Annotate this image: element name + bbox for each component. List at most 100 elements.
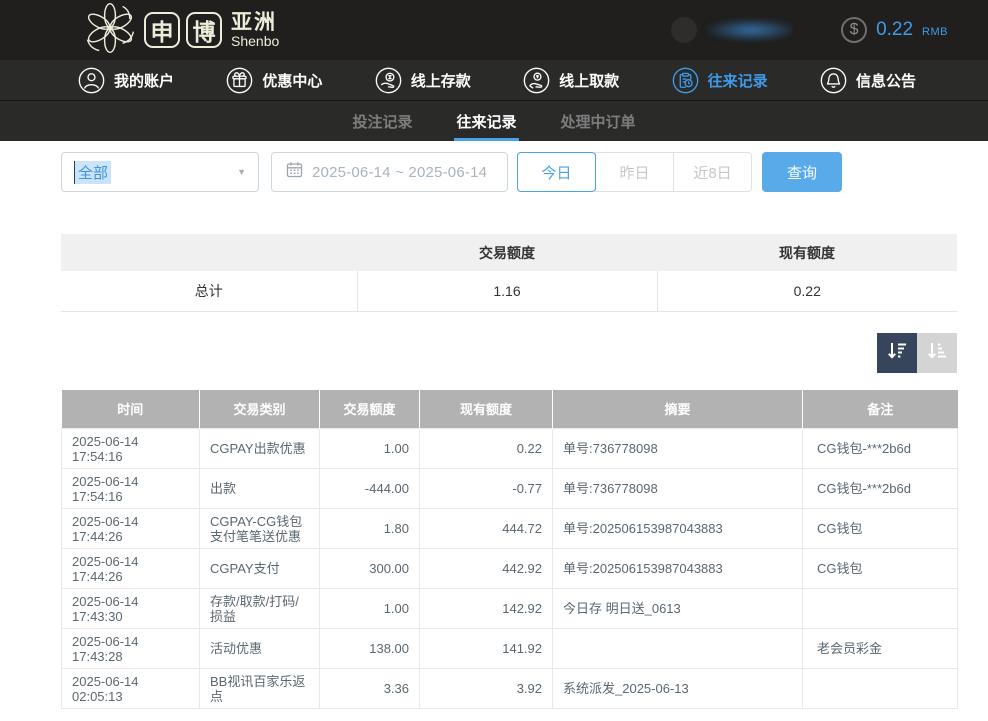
table-cell: 1.00 [320,429,420,469]
tab-bet-records[interactable]: 投注记录 [352,101,412,141]
table-cell: 老会员彩金 [803,629,958,669]
nav-item-withdraw[interactable]: 线上取款 [523,67,619,94]
table-cell: 142.92 [420,589,553,629]
transactions-table: 时间交易类别交易额度现有额度摘要备注 2025-06-14 17:54:16CG… [61,390,958,710]
table-cell: 0.22 [420,429,553,469]
table-cell: 单号:736778098 [553,429,803,469]
yesterday-button[interactable]: 昨日 [595,152,674,192]
site-logo[interactable]: 申 博 亚洲 Shenbo [82,1,279,60]
content: 全部 ▼ 2025-06-14 ~ 2025-06-14 今日 昨日 近8日 查… [61,152,957,709]
nav-item-promotions[interactable]: 优惠中心 [226,67,322,94]
header-right: $ 0.22 RMB [671,17,948,43]
balance-currency: RMB [922,26,948,38]
table-cell: CG钱包 [803,549,958,589]
table-cell: 2025-06-14 17:43:28 [62,629,200,669]
nav-item-deposit[interactable]: 线上存款 [375,67,471,94]
nav-item-announcements[interactable]: 信息公告 [820,67,916,94]
transactions-header-row: 时间交易类别交易额度现有额度摘要备注 [62,390,958,429]
column-header: 交易额度 [320,390,420,429]
table-cell [803,589,958,629]
table-cell: -0.77 [420,469,553,509]
search-button[interactable]: 查询 [762,152,842,192]
table-cell [553,629,803,669]
withdraw-icon [523,67,550,94]
sort-descending-button[interactable] [877,333,917,373]
table-cell: 系统派发_2025-06-13 [553,669,803,709]
balance-amount: 0.22 [876,19,913,41]
username-blurred[interactable] [701,17,793,43]
sub-nav: 投注记录 往来记录 处理中订单 [0,100,988,141]
summary-header-empty [61,234,357,271]
column-header: 交易类别 [200,390,320,429]
quick-date-group: 今日 昨日 近8日 [517,152,752,192]
table-cell: 单号:202506153987043883 [553,549,803,589]
avatar [671,17,697,43]
column-header: 摘要 [553,390,803,429]
table-cell: CG钱包 [803,509,958,549]
table-row: 2025-06-14 17:44:26CGPAY-CG钱包支付笔笔送优惠1.80… [62,509,958,549]
today-button[interactable]: 今日 [517,152,596,192]
table-cell: 3.92 [420,669,553,709]
nav-item-my-account[interactable]: 我的账户 [78,67,174,94]
filter-row: 全部 ▼ 2025-06-14 ~ 2025-06-14 今日 昨日 近8日 查… [61,152,957,192]
type-select-value: 全部 [74,161,111,184]
calendar-icon [286,161,303,183]
table-cell: CG钱包-***2b6d [803,429,958,469]
table-cell: 444.72 [420,509,553,549]
summary-total-label: 总计 [61,271,357,311]
table-cell: 141.92 [420,629,553,669]
column-header: 现有额度 [420,390,553,429]
table-row: 2025-06-14 17:54:16出款-444.00-0.77单号:7367… [62,469,958,509]
table-cell: 2025-06-14 02:05:13 [62,669,200,709]
table-cell: 442.92 [420,549,553,589]
dollar-icon: $ [841,17,867,43]
summary-header-row: 交易额度 现有额度 [61,234,957,271]
gift-icon [226,67,253,94]
last-8-days-button[interactable]: 近8日 [673,152,752,192]
summary-trade-total: 1.16 [357,271,657,311]
date-range-input[interactable]: 2025-06-14 ~ 2025-06-14 [271,152,508,192]
table-cell: 活动优惠 [200,629,320,669]
table-cell [803,669,958,709]
table-cell: 单号:202506153987043883 [553,509,803,549]
table-row: 2025-06-14 17:43:28活动优惠138.00141.92 老会员彩金 [62,629,958,669]
sort-ascending-button[interactable] [917,333,957,373]
records-icon [672,67,699,94]
table-cell: 2025-06-14 17:54:16 [62,469,200,509]
tab-transaction-records[interactable]: 往来记录 [456,101,516,141]
column-header: 备注 [803,390,958,429]
table-cell: 1.80 [320,509,420,549]
type-select[interactable]: 全部 ▼ [61,152,259,192]
deposit-icon [375,67,402,94]
table-cell: 2025-06-14 17:44:26 [62,549,200,589]
summary-header-current-amount: 现有额度 [657,234,957,271]
flower-logo-icon [82,1,138,60]
chevron-down-icon: ▼ [237,167,246,177]
date-range-value: 2025-06-14 ~ 2025-06-14 [312,164,487,181]
table-row: 2025-06-14 17:44:26CGPAY支付300.00442.92单号… [62,549,958,589]
table-cell: CGPAY支付 [200,549,320,589]
table-cell: 2025-06-14 17:44:26 [62,509,200,549]
logo-region: 亚洲 Shenbo [231,12,279,48]
logo-char-shen: 申 [144,12,180,48]
table-cell: CGPAY出款优惠 [200,429,320,469]
user-icon [78,67,105,94]
table-cell: 1.00 [320,589,420,629]
table-cell: 单号:736778098 [553,469,803,509]
table-cell: 存款/取款/打码/损益 [200,589,320,629]
table-row: 2025-06-14 17:54:16CGPAY出款优惠1.000.22单号:7… [62,429,958,469]
logo-char-bo: 博 [186,12,222,48]
sort-row [61,333,957,373]
nav-item-records[interactable]: 往来记录 [672,67,768,94]
balance-display: $ 0.22 RMB [841,17,948,43]
table-cell: 138.00 [320,629,420,669]
table-cell: 2025-06-14 17:54:16 [62,429,200,469]
sort-descending-icon [886,340,908,365]
table-cell: 出款 [200,469,320,509]
table-cell: 今日存 明日送_0613 [553,589,803,629]
logo-region-cn: 亚洲 [231,12,279,33]
top-header: 申 博 亚洲 Shenbo $ 0.22 RMB [0,0,988,60]
table-cell: CGPAY-CG钱包支付笔笔送优惠 [200,509,320,549]
table-cell: 300.00 [320,549,420,589]
tab-processing-orders[interactable]: 处理中订单 [561,101,636,141]
